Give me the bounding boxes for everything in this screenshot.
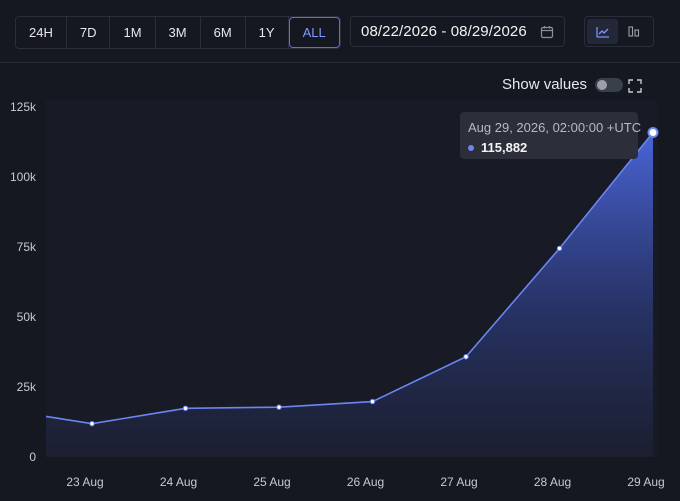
x-tick-label: 26 Aug	[347, 475, 384, 489]
x-tick-label: 25 Aug	[253, 475, 290, 489]
data-point	[647, 127, 659, 139]
chart-view-toggle	[584, 16, 654, 47]
tooltip-row: 115,882	[468, 140, 630, 155]
x-tick-label: 27 Aug	[440, 475, 477, 489]
range-button-3m[interactable]: 3M	[156, 17, 201, 48]
range-button-6m[interactable]: 6M	[201, 17, 246, 48]
data-point	[276, 404, 282, 410]
data-point	[182, 405, 189, 411]
range-button-7d[interactable]: 7D	[67, 17, 111, 48]
bar-view-button[interactable]	[618, 19, 649, 44]
range-button-1m[interactable]: 1M	[110, 17, 156, 48]
bar-chart-icon	[627, 26, 639, 37]
toolbar: 24H 7D 1M 3M 6M 1Y ALL 08/22/2026 - 08/29/2026	[0, 0, 680, 63]
tooltip-date: Aug 29, 2026, 02:00:00 +UTC	[468, 120, 642, 135]
x-tick-label: 28 Aug	[534, 475, 571, 489]
toggle-knob	[597, 79, 608, 90]
time-range-selector: 24H 7D 1M 3M 6M 1Y ALL	[15, 16, 341, 49]
x-tick-label: 23 Aug	[66, 475, 103, 489]
x-tick-label: 24 Aug	[160, 475, 197, 489]
date-range-picker[interactable]: 08/22/2026 - 08/29/2026	[350, 16, 565, 47]
y-tick-label: 100k	[10, 170, 37, 184]
calendar-icon	[540, 26, 554, 39]
range-button-1y[interactable]: 1Y	[246, 17, 289, 48]
y-tick-label: 0	[29, 450, 36, 464]
chart-tooltip: Aug 29, 2026, 02:00:00 +UTC 115,882	[460, 112, 642, 159]
data-point	[556, 245, 563, 252]
data-point	[89, 420, 95, 427]
y-tick-label: 50k	[17, 310, 37, 324]
series-dot	[468, 144, 474, 151]
date-range-text: 08/22/2026 - 08/29/2026	[361, 23, 527, 40]
data-point	[369, 398, 376, 405]
data-point	[463, 354, 469, 360]
range-button-all[interactable]: ALL	[288, 17, 340, 48]
show-values-label: Show values	[502, 76, 588, 93]
show-values-toggle[interactable]	[595, 77, 624, 92]
y-tick-label: 75k	[17, 240, 37, 254]
range-button-24h[interactable]: 24H	[16, 17, 67, 48]
show-values-control: Show values	[502, 76, 624, 93]
line-chart-icon	[595, 26, 609, 38]
x-tick-label: 29 Aug	[627, 475, 664, 489]
fullscreen-icon[interactable]	[628, 79, 642, 93]
tooltip-value: 115,882	[481, 140, 528, 155]
y-tick-label: 25k	[17, 380, 37, 394]
line-view-button[interactable]	[587, 19, 618, 44]
y-tick-label: 125k	[10, 100, 37, 114]
